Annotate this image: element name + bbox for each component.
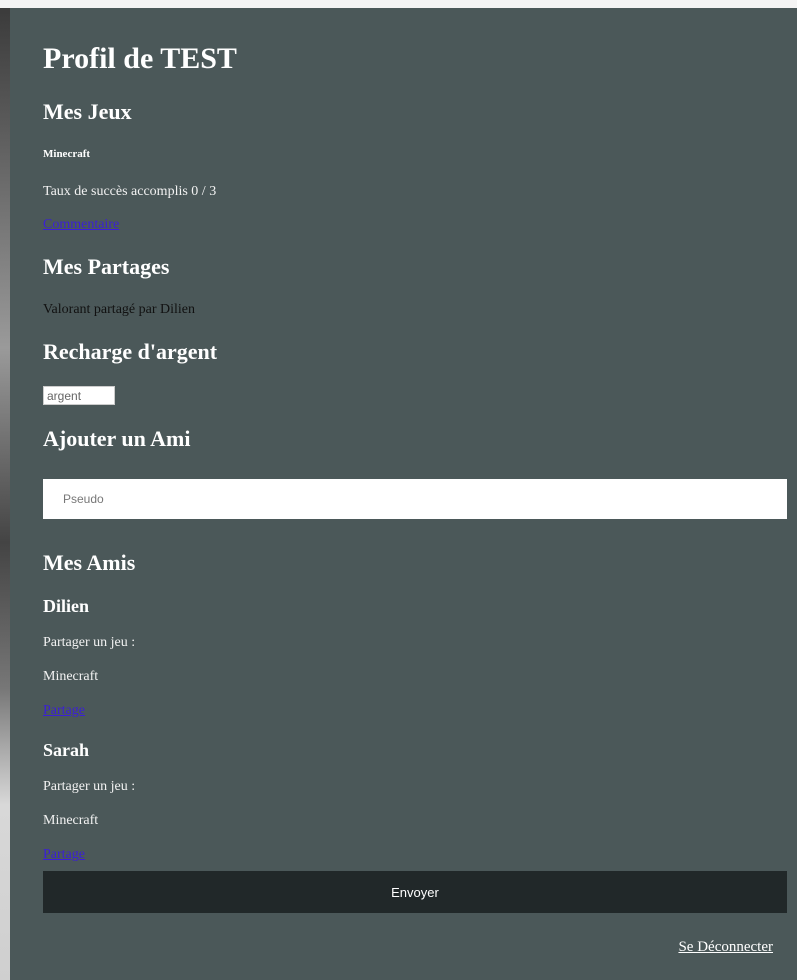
page-title: Profil de TEST [43,42,237,75]
browser-top-edge [0,0,797,8]
game-name: Minecraft [43,148,91,160]
games-heading: Mes Jeux [43,99,132,124]
add-friend-heading: Ajouter un Ami [43,426,191,451]
friend-share-label: Partager un jeu : [43,779,136,794]
friend-name: Sarah [43,740,90,760]
send-button[interactable]: Envoyer [43,871,787,913]
friend-share-link[interactable]: Partage [43,846,85,864]
pseudo-input[interactable] [43,479,787,519]
friend-share-label: Partager un jeu : [43,635,136,650]
friends-heading: Mes Amis [43,550,136,575]
friend-share-link[interactable]: Partage [43,702,85,720]
recharge-heading: Recharge d'argent [43,339,218,364]
share-item: Valorant partagé par Dilien [43,302,195,317]
amount-input[interactable] [43,386,115,405]
profile-panel: Profil de TEST Mes Jeux Minecraft Taux d… [10,8,797,980]
background-strip [0,8,10,980]
logout-link[interactable]: Se Déconnecter [678,939,773,956]
friend-name: Dilien [43,596,90,616]
game-success-rate: Taux de succès accomplis 0 / 3 [43,184,217,199]
friend-game-option: Minecraft [43,669,99,684]
friend-game-option: Minecraft [43,813,99,828]
shares-heading: Mes Partages [43,254,170,279]
comment-link[interactable]: Commentaire [43,216,119,234]
